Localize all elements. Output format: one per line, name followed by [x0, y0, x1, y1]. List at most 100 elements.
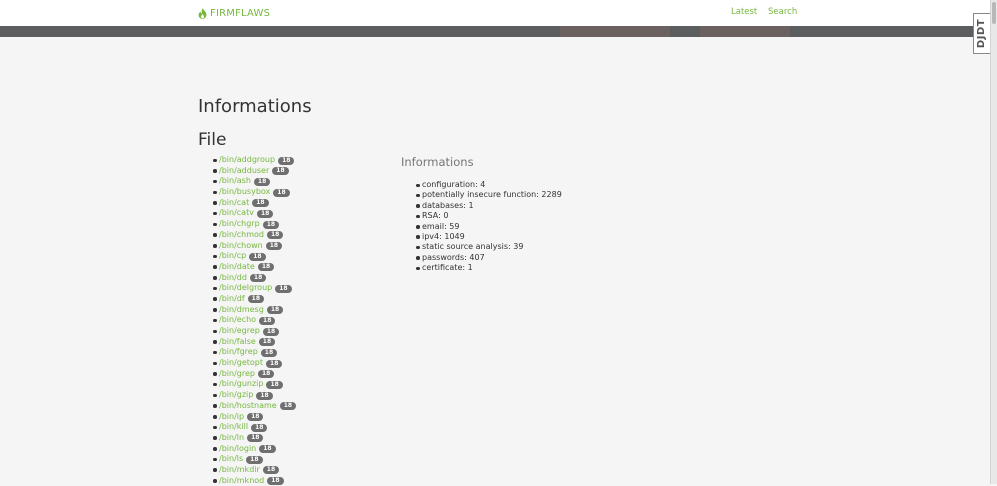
file-link[interactable]: /bin/mknod	[219, 476, 264, 485]
file-count-badge: 18	[258, 338, 276, 347]
scrollbar-thumb[interactable]	[992, 2, 996, 24]
file-link[interactable]: /bin/date	[219, 262, 255, 271]
file-link[interactable]: /bin/grep	[219, 369, 255, 378]
file-link[interactable]: /bin/false	[219, 337, 256, 346]
file-count-badge: 18	[266, 380, 283, 389]
debug-toolbar-label: DJDT	[976, 18, 988, 49]
file-link[interactable]: /bin/mkdir	[219, 465, 260, 474]
file-link[interactable]: /bin/dd	[219, 273, 247, 282]
file-count-badge: 18	[260, 348, 278, 357]
file-link[interactable]: /bin/gunzip	[219, 379, 263, 388]
file-list-item: /bin/addgroup 18	[212, 155, 296, 166]
file-list-item: /bin/grep 18	[212, 369, 296, 380]
file-count-badge: 18	[249, 252, 266, 261]
file-link[interactable]: /bin/login	[219, 444, 256, 453]
info-list-item: email: 59	[416, 222, 562, 232]
file-link[interactable]: /bin/cat	[219, 198, 249, 207]
file-list-item: /bin/login 18	[212, 444, 296, 455]
file-list-item: /bin/delgroup 18	[212, 283, 296, 294]
info-list-item: configuration: 4	[416, 180, 562, 190]
file-list-item: /bin/ln 18	[212, 433, 296, 444]
file-list-item: /bin/catv 18	[212, 208, 296, 219]
file-list-item: /bin/cp 18	[212, 251, 296, 262]
brand-link[interactable]: FIRMFLAWS	[198, 6, 270, 20]
file-link[interactable]: /bin/echo	[219, 315, 256, 324]
file-link[interactable]: /bin/getopt	[219, 358, 263, 367]
file-list-item: /bin/hostname 18	[212, 401, 297, 412]
page-scrollbar[interactable]	[990, 0, 997, 484]
file-list-item: /bin/mkdir 18	[212, 465, 296, 476]
file-list-item: /bin/dd 18	[212, 273, 296, 284]
file-count-badge: 18	[275, 284, 292, 293]
file-link[interactable]: /bin/chmod	[219, 230, 264, 239]
info-list-item: passwords: 407	[416, 253, 562, 263]
file-count-badge: 18	[247, 413, 264, 421]
file-list-item: /bin/date 18	[212, 262, 296, 273]
file-list: /bin/addgroup 18/bin/adduser 18/bin/ash 18/…	[212, 155, 297, 486]
file-list-item: /bin/kill 18	[212, 422, 296, 433]
file-link[interactable]: /bin/chown	[219, 241, 263, 250]
file-count-badge: 18	[256, 391, 273, 400]
file-link[interactable]: /bin/adduser	[219, 166, 269, 175]
file-count-badge: 18	[267, 231, 284, 240]
file-section-title: File	[198, 130, 227, 150]
file-list-item: /bin/getopt 18	[212, 358, 296, 369]
file-list-item: /bin/echo 18	[212, 315, 296, 326]
page-title: Informations	[198, 96, 312, 117]
nav-link-search[interactable]: Search	[768, 7, 797, 17]
file-link[interactable]: /bin/catv	[219, 208, 254, 217]
file-link[interactable]: /bin/ls	[219, 454, 243, 463]
file-count-badge: 18	[246, 455, 263, 464]
file-count-badge: 18	[257, 370, 275, 379]
info-list-item: certificate: 1	[416, 263, 562, 273]
flame-icon	[198, 7, 207, 19]
file-count-badge: 18	[253, 177, 271, 186]
debug-toolbar-handle[interactable]: DJDT	[973, 13, 990, 54]
file-link[interactable]: /bin/hostname	[219, 401, 277, 410]
file-count-badge: 18	[249, 274, 267, 283]
file-count-badge: 18	[266, 306, 284, 315]
file-list-item: /bin/gzip 18	[212, 390, 296, 401]
file-link[interactable]: /bin/dmesg	[219, 305, 264, 314]
file-link[interactable]: /bin/ash	[219, 176, 251, 185]
file-count-badge: 18	[262, 220, 280, 229]
file-link[interactable]: /bin/delgroup	[219, 283, 272, 292]
file-link[interactable]: /bin/egrep	[219, 326, 260, 335]
file-list-item: /bin/chown 18	[212, 241, 296, 252]
info-list-item: potentially insecure function: 2289	[416, 190, 562, 200]
file-count-badge: 18	[259, 316, 276, 325]
file-list-item: /bin/false 18	[212, 337, 296, 348]
file-link[interactable]: /bin/addgroup	[219, 155, 275, 164]
file-link[interactable]: /bin/busybox	[219, 187, 270, 196]
file-link[interactable]: /bin/df	[219, 294, 245, 303]
navbar: FIRMFLAWS Latest Search	[0, 0, 997, 26]
file-link[interactable]: /bin/cp	[219, 251, 246, 260]
info-section-title: Informations	[401, 155, 474, 169]
file-count-badge: 18	[256, 209, 274, 218]
file-link[interactable]: /bin/ip	[219, 412, 244, 421]
file-list-item: /bin/chgrp 18	[212, 219, 296, 230]
file-count-badge: 18	[251, 423, 268, 432]
file-count-badge: 18	[259, 445, 276, 454]
info-list: configuration: 4 potentially insecure fun…	[416, 180, 562, 274]
file-link[interactable]: /bin/fgrep	[219, 347, 258, 356]
file-link[interactable]: /bin/ln	[219, 433, 244, 442]
file-link[interactable]: /bin/gzip	[219, 390, 253, 399]
info-list-item: databases: 1	[416, 201, 562, 211]
file-list-item: /bin/chmod 18	[212, 230, 296, 241]
file-list-item: /bin/adduser 18	[212, 166, 296, 177]
file-count-badge: 18	[247, 295, 265, 304]
file-count-badge: 18	[247, 434, 264, 443]
file-count-badge: 18	[278, 156, 295, 165]
file-link[interactable]: /bin/chgrp	[219, 219, 260, 228]
info-list-item: ipv4: 1049	[416, 232, 562, 242]
file-list-item: /bin/dmesg 18	[212, 305, 296, 316]
nav-link-latest[interactable]: Latest	[731, 7, 757, 17]
file-link[interactable]: /bin/kill	[219, 422, 248, 431]
file-list-item: /bin/busybox 18	[212, 187, 296, 198]
info-list-item: static source analysis: 39	[416, 242, 562, 252]
brand-name: FIRMFLAWS	[210, 7, 271, 19]
file-list-item: /bin/egrep 18	[212, 326, 296, 337]
header-banner	[0, 26, 990, 37]
file-count-badge: 18	[273, 188, 290, 197]
